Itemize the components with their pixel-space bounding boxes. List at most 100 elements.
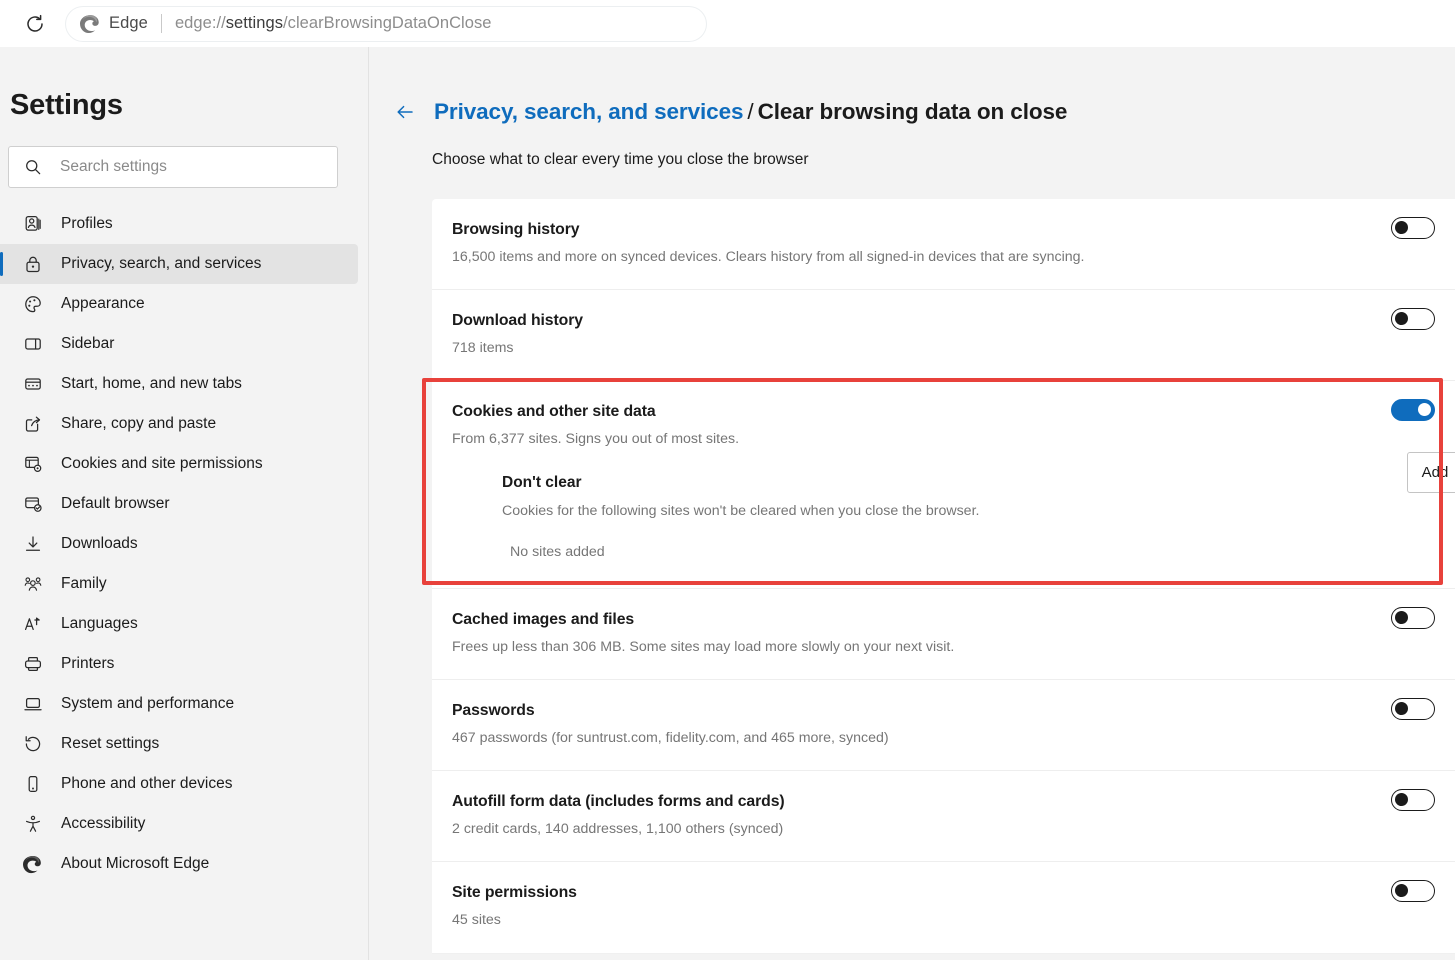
default-browser-icon xyxy=(22,493,44,515)
sidebar-item-label: Phone and other devices xyxy=(61,775,232,793)
sidebar-item-default-browser[interactable]: Default browser xyxy=(0,484,358,524)
toggle-knob xyxy=(1395,702,1408,715)
omnibox-app-name: Edge xyxy=(109,14,148,33)
settings-main-content: Privacy, search, and services/Clear brow… xyxy=(370,47,1455,960)
printer-icon xyxy=(22,653,44,675)
setting-title: Download history xyxy=(452,312,1435,330)
reset-icon xyxy=(22,733,44,755)
setting-title: Cookies and other site data xyxy=(452,403,1435,421)
settings-shell: Settings Profiles xyxy=(0,47,1455,960)
toggle-knob xyxy=(1395,793,1408,806)
family-icon xyxy=(22,573,44,595)
sidebar-item-printers[interactable]: Printers xyxy=(0,644,358,684)
sidebar-item-sidebar[interactable]: Sidebar xyxy=(0,324,358,364)
sidebar-item-languages[interactable]: Languages xyxy=(0,604,358,644)
sidebar-item-appearance[interactable]: Appearance xyxy=(0,284,358,324)
toggle-knob xyxy=(1418,403,1431,416)
dont-clear-title: Don't clear xyxy=(502,474,1435,492)
settings-sidebar: Settings Profiles xyxy=(0,47,369,960)
sidebar-item-label: Start, home, and new tabs xyxy=(61,375,242,393)
toggle-autofill-form-data[interactable] xyxy=(1391,789,1435,811)
sidebar-item-start-home-and-new-tabs[interactable]: Start, home, and new tabs xyxy=(0,364,358,404)
address-bar[interactable]: Edge edge://settings/clearBrowsingDataOn… xyxy=(66,7,706,41)
languages-icon xyxy=(22,613,44,635)
sidebar-item-label: Appearance xyxy=(61,295,145,313)
search-icon xyxy=(24,158,42,176)
toggle-site-permissions[interactable] xyxy=(1391,880,1435,902)
reload-button[interactable] xyxy=(18,7,52,41)
setting-row-download-history: Download history 718 items xyxy=(432,290,1455,381)
laptop-icon xyxy=(22,693,44,715)
url-path: /clearBrowsingDataOnClose xyxy=(283,14,492,32)
phone-icon xyxy=(22,773,44,795)
toggle-cached-images-and-files[interactable] xyxy=(1391,607,1435,629)
sidebar-item-label: Languages xyxy=(61,615,138,633)
sidebar-item-label: Share, copy and paste xyxy=(61,415,216,433)
setting-description: 718 items xyxy=(452,340,1435,356)
sidebar-item-reset-settings[interactable]: Reset settings xyxy=(0,724,358,764)
toggle-passwords[interactable] xyxy=(1391,698,1435,720)
url-scheme: edge:// xyxy=(175,14,226,32)
setting-row-site-permissions: Site permissions 45 sites xyxy=(432,862,1455,953)
cookie-permissions-icon xyxy=(22,453,44,475)
toggle-knob xyxy=(1395,221,1408,234)
setting-description: From 6,377 sites. Signs you out of most … xyxy=(452,431,1435,447)
setting-row-autofill-form-data: Autofill form data (includes forms and c… xyxy=(432,771,1455,862)
setting-title: Browsing history xyxy=(452,221,1435,239)
sidebar-item-label: Privacy, search, and services xyxy=(61,255,261,273)
page-title: Settings xyxy=(10,89,368,122)
sidebar-item-label: Accessibility xyxy=(61,815,145,833)
search-settings-box[interactable] xyxy=(8,146,338,188)
sidebar-item-downloads[interactable]: Downloads xyxy=(0,524,358,564)
search-input[interactable] xyxy=(58,157,313,177)
setting-row-passwords: Passwords 467 passwords (for suntrust.co… xyxy=(432,680,1455,771)
sidebar-item-privacy-search-and-services[interactable]: Privacy, search, and services xyxy=(0,244,358,284)
dont-clear-subsection: Don't clear Cookies for the following si… xyxy=(502,474,1435,560)
breadcrumb-parent-link[interactable]: Privacy, search, and services xyxy=(434,99,743,124)
sidebar-item-cookies-and-site-permissions[interactable]: Cookies and site permissions xyxy=(0,444,358,484)
setting-row-cookies-and-other-site-data: Cookies and other site data From 6,377 s… xyxy=(432,381,1455,589)
omnibox-url[interactable]: edge://settings/clearBrowsingDataOnClose xyxy=(175,14,492,33)
sidebar-item-label: Downloads xyxy=(61,535,138,553)
setting-description: 2 credit cards, 140 addresses, 1,100 oth… xyxy=(452,821,1435,837)
sidebar-item-profiles[interactable]: Profiles xyxy=(0,204,358,244)
lock-icon xyxy=(22,253,44,275)
toggle-browsing-history[interactable] xyxy=(1391,217,1435,239)
browser-top-bar: Edge edge://settings/clearBrowsingDataOn… xyxy=(0,0,1455,47)
sidebar-nav-list: Profiles Privacy, search, and services xyxy=(0,204,368,884)
breadcrumb-current: Clear browsing data on close xyxy=(758,99,1068,124)
sidebar-item-label: Cookies and site permissions xyxy=(61,455,263,473)
sidebar-item-label: Printers xyxy=(61,655,114,673)
download-icon xyxy=(22,533,44,555)
setting-row-cached-images-and-files: Cached images and files Frees up less th… xyxy=(432,589,1455,680)
breadcrumb: Privacy, search, and services/Clear brow… xyxy=(394,99,1455,125)
sidebar-item-system-and-performance[interactable]: System and performance xyxy=(0,684,358,724)
reload-icon xyxy=(24,13,46,35)
toggle-cookies-and-other-site-data[interactable] xyxy=(1391,399,1435,421)
sidebar-item-accessibility[interactable]: Accessibility xyxy=(0,804,358,844)
omnibox-separator xyxy=(161,14,162,33)
edge-logo-icon xyxy=(22,853,44,875)
setting-title: Autofill form data (includes forms and c… xyxy=(452,793,1435,811)
clear-on-close-settings-card: Browsing history 16,500 items and more o… xyxy=(432,199,1455,953)
window-icon xyxy=(22,373,44,395)
sidebar-item-label: Reset settings xyxy=(61,735,159,753)
palette-icon xyxy=(22,293,44,315)
share-icon xyxy=(22,413,44,435)
sidebar-item-family[interactable]: Family xyxy=(0,564,358,604)
setting-description: 467 passwords (for suntrust.com, fidelit… xyxy=(452,730,1435,746)
accessibility-icon xyxy=(22,813,44,835)
toggle-download-history[interactable] xyxy=(1391,308,1435,330)
breadcrumb-separator: / xyxy=(747,99,753,124)
sidebar-item-label: Profiles xyxy=(61,215,113,233)
sidebar-item-share-copy-and-paste[interactable]: Share, copy and paste xyxy=(0,404,358,444)
url-host: settings xyxy=(226,14,283,32)
dont-clear-description: Cookies for the following sites won't be… xyxy=(502,503,1435,519)
setting-description: 16,500 items and more on synced devices.… xyxy=(452,249,1435,265)
sidebar-icon xyxy=(22,333,44,355)
add-site-button[interactable]: Add xyxy=(1407,452,1455,493)
sidebar-item-about-microsoft-edge[interactable]: About Microsoft Edge xyxy=(0,844,358,884)
sidebar-item-phone-and-other-devices[interactable]: Phone and other devices xyxy=(0,764,358,804)
back-arrow-icon[interactable] xyxy=(394,101,416,123)
toggle-knob xyxy=(1395,312,1408,325)
